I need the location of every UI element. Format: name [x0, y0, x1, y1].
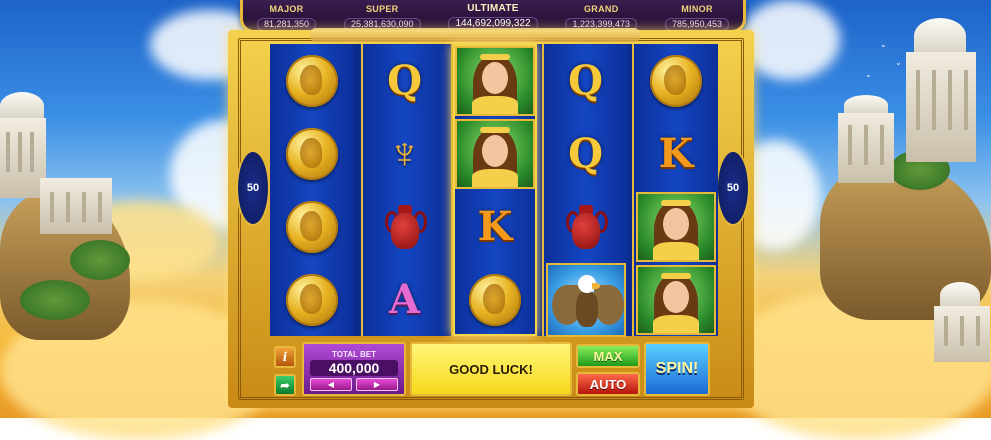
jackpot-grand: GRAND 1,223,399,473: [565, 0, 638, 31]
temple-left-small: [40, 178, 115, 238]
bird: ⌄: [880, 40, 887, 49]
letter-q-symbol: Q: [548, 119, 624, 189]
reel-2: Q ♆ A: [360, 44, 447, 336]
auto-spin-button[interactable]: AUTO: [576, 372, 640, 396]
share-button[interactable]: ➦: [274, 374, 296, 396]
reel-1: [270, 44, 354, 336]
coin-symbol: [274, 119, 350, 189]
eagle-symbol: [545, 263, 626, 337]
jackpot-value: 785,950,453: [664, 17, 730, 31]
arrow-left-icon: ◀: [327, 380, 335, 389]
control-panel: i ➦ TOTAL BET 400,000 ◀ ▶ GOOD LUCK! MAX…: [268, 340, 714, 400]
jackpot-minor: MINOR 785,950,453: [664, 0, 730, 31]
lyre-symbol: ♆: [388, 129, 421, 178]
temple-right-lower: [930, 282, 991, 362]
reel-4: QQ: [541, 44, 628, 337]
spin-button[interactable]: SPIN!: [644, 342, 710, 396]
goddess-symbol: [636, 192, 716, 262]
jackpot-label: ULTIMATE: [467, 3, 519, 14]
temple-right: [900, 0, 980, 170]
symbol-letter: A: [388, 276, 421, 323]
letter-q-symbol: Q: [367, 46, 443, 116]
jackpot-super: SUPER 25,381,630,090: [343, 0, 421, 31]
auto-spin-label: AUTO: [589, 376, 627, 392]
letter-k-symbol: K: [457, 192, 533, 262]
coin-symbol: [457, 265, 533, 335]
payline-count: 50: [726, 182, 740, 194]
bird: ⌄: [865, 70, 872, 79]
info-button[interactable]: i: [274, 346, 296, 368]
tree-foliage: [20, 280, 90, 320]
vase-symbol: [367, 192, 443, 262]
goddess-symbol: [455, 119, 535, 189]
coin-symbol: [274, 265, 350, 335]
letter-q-symbol: Q: [548, 46, 624, 116]
bird: ⌄: [895, 58, 902, 67]
reel-grid[interactable]: Q ♆ A K Q Q K: [270, 44, 718, 337]
symbol-letter: K: [658, 130, 694, 177]
goddess-symbol: [455, 46, 535, 116]
total-bet-value: 400,000: [310, 360, 398, 376]
letter-k-symbol: K: [638, 119, 714, 189]
jackpot-major: MAJOR 81,281,350: [256, 0, 317, 31]
tree-foliage: [70, 240, 130, 280]
coin-symbol: [274, 192, 350, 262]
bet-decrease-button[interactable]: ◀: [310, 378, 352, 391]
cloud: [740, 0, 840, 80]
jackpot-ultimate: ULTIMATE 144,692,099,322: [448, 0, 538, 31]
coin-symbol: [638, 46, 714, 116]
goddess-symbol: [636, 265, 716, 335]
bet-increase-button[interactable]: ▶: [356, 378, 398, 391]
share-icon: ➦: [280, 379, 290, 392]
temple-right-small: [838, 95, 898, 185]
total-bet-label: TOTAL BET: [332, 350, 376, 359]
max-bet-label: MAX: [593, 348, 623, 364]
game-logo: [310, 28, 640, 42]
jackpot-label: MINOR: [681, 3, 713, 14]
total-bet-panel: TOTAL BET 400,000 ◀ ▶: [302, 342, 406, 396]
info-icon: i: [282, 350, 288, 364]
jackpot-label: GRAND: [584, 3, 619, 14]
payline-indicator-left: 50: [236, 150, 270, 226]
jackpot-label: SUPER: [365, 3, 399, 14]
arrow-right-icon: ▶: [373, 380, 381, 389]
max-bet-button[interactable]: MAX: [576, 344, 640, 368]
symbol-letter: Q: [568, 57, 603, 104]
letter-a-symbol: A: [367, 265, 443, 335]
symbol-letter: Q: [568, 130, 603, 177]
symbol-letter: K: [477, 203, 513, 250]
payline-count: 50: [246, 182, 260, 194]
message-text: GOOD LUCK!: [449, 361, 533, 377]
vase-symbol: [548, 192, 624, 262]
reel-3: K: [451, 44, 537, 336]
payline-indicator-right: 50: [716, 150, 750, 226]
jackpot-value: 81,281,350: [256, 17, 317, 31]
reel-5: K: [632, 44, 718, 336]
coin-symbol: [274, 46, 350, 116]
message-display: GOOD LUCK!: [410, 342, 572, 396]
spin-label: SPIN!: [655, 360, 699, 377]
jackpot-label: MAJOR: [269, 3, 304, 14]
symbol-letter: Q: [387, 57, 422, 104]
